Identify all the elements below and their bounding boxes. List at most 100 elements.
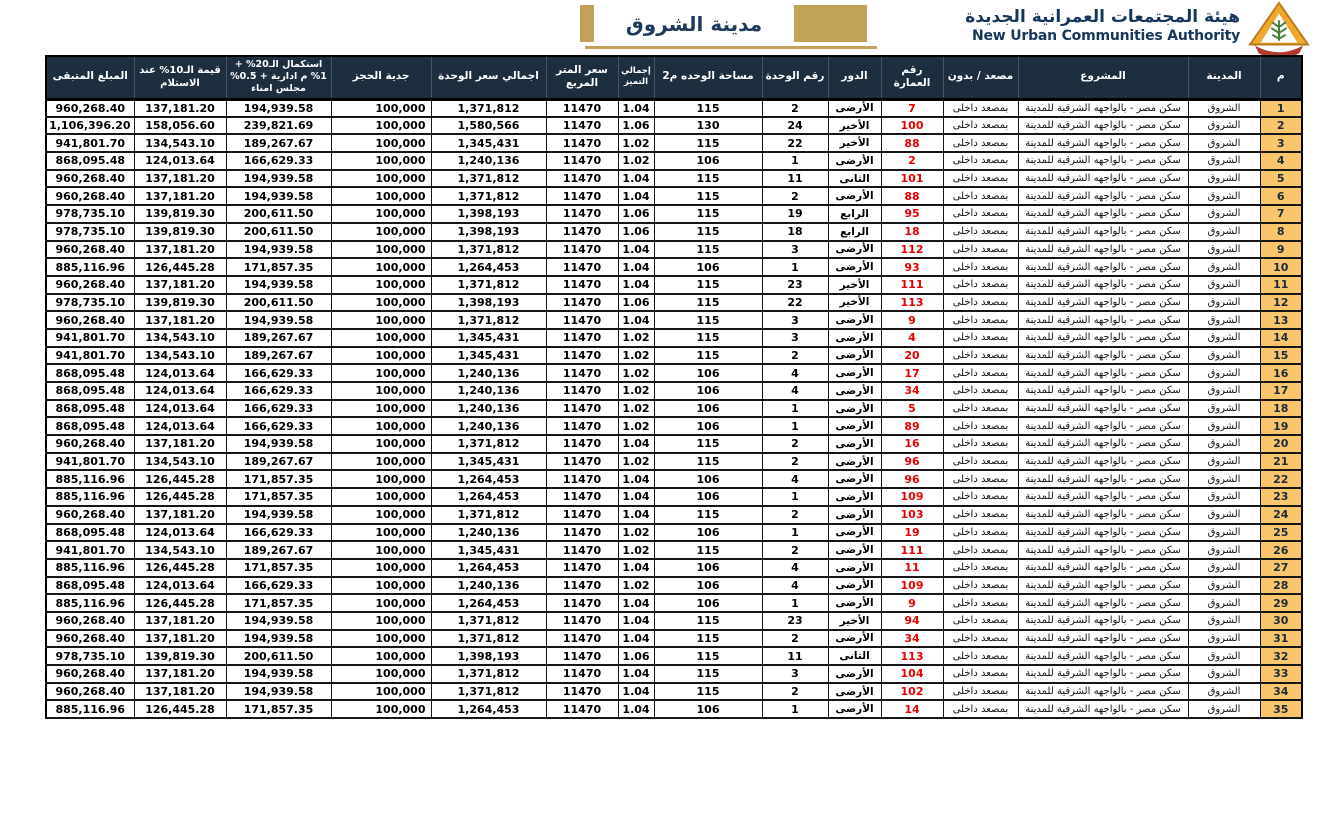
cell-area: 106 [654,470,762,488]
cell-total: 1,398,193 [431,223,546,241]
cell-price_m: 11470 [546,470,618,488]
cell-area: 115 [654,187,762,205]
cell-elevator: بمصعد داخلى [943,435,1018,453]
cell-price_m: 11470 [546,241,618,259]
cell-receipt10: 137,181.20 [134,311,226,329]
cell-booking: 100,000 [331,170,431,188]
cell-project: سكن مصر - بالواجهه الشرقية للمدينة [1018,470,1188,488]
cell-receipt10: 134,543.10 [134,453,226,471]
cell-receipt10: 126,445.28 [134,700,226,718]
cell-booking: 100,000 [331,435,431,453]
cell-area: 115 [654,347,762,365]
table-row: 14الشروقسكن مصر - بالواجهه الشرقية للمدي… [46,329,1302,347]
table-row: 23الشروقسكن مصر - بالواجهه الشرقية للمدي… [46,488,1302,506]
column-header-coef: إجمالي التميز [618,56,654,99]
authority-name: هيئة المجتمعات العمرانية الجديدة New Urb… [870,7,1240,46]
cell-elevator: بمصعد داخلى [943,117,1018,135]
cell-building: 112 [881,241,943,259]
cell-total: 1,371,812 [431,665,546,683]
cell-receipt10: 158,056.60 [134,117,226,135]
cell-elevator: بمصعد داخلى [943,577,1018,595]
table-row: 8الشروقسكن مصر - بالواجهه الشرقية للمدين… [46,223,1302,241]
cell-price_m: 11470 [546,382,618,400]
cell-city: الشروق [1188,134,1260,152]
cell-m: 5 [1260,170,1302,188]
cell-remaining: 978,735.10 [46,223,134,241]
cell-city: الشروق [1188,559,1260,577]
cell-completion: 171,857.35 [226,470,331,488]
cell-floor: الأرضى [828,382,881,400]
cell-m: 29 [1260,594,1302,612]
table-row: 28الشروقسكن مصر - بالواجهه الشرقية للمدي… [46,577,1302,595]
cell-elevator: بمصعد داخلى [943,294,1018,312]
cell-unit: 2 [762,453,828,471]
cell-city: الشروق [1188,470,1260,488]
cell-elevator: بمصعد داخلى [943,630,1018,648]
cell-floor: الأرضى [828,435,881,453]
cell-floor: الأرضى [828,187,881,205]
cell-unit: 23 [762,276,828,294]
cell-booking: 100,000 [331,134,431,152]
cell-city: الشروق [1188,382,1260,400]
cell-booking: 100,000 [331,347,431,365]
cell-elevator: بمصعد داخلى [943,134,1018,152]
table-row: 2الشروقسكن مصر - بالواجهه الشرقية للمدين… [46,117,1302,135]
cell-city: الشروق [1188,683,1260,701]
cell-m: 24 [1260,506,1302,524]
cell-receipt10: 126,445.28 [134,488,226,506]
cell-price_m: 11470 [546,524,618,542]
cell-receipt10: 137,181.20 [134,612,226,630]
cell-coef: 1.04 [618,700,654,718]
cell-total: 1,580,566 [431,117,546,135]
cell-price_m: 11470 [546,647,618,665]
cell-city: الشروق [1188,258,1260,276]
table-row: 1الشروقسكن مصر - بالواجهه الشرقية للمدين… [46,99,1302,117]
cell-city: الشروق [1188,488,1260,506]
cell-floor: الأرضى [828,524,881,542]
cell-m: 17 [1260,382,1302,400]
cell-remaining: 960,268.40 [46,683,134,701]
cell-remaining: 885,116.96 [46,559,134,577]
column-header-completion: استكمال الـ20% + 1% م ادارية + 0.5% مجلس… [226,56,331,99]
cell-floor: الأرضى [828,577,881,595]
cell-remaining: 1,106,396.20 [46,117,134,135]
cell-coef: 1.06 [618,294,654,312]
cell-coef: 1.04 [618,612,654,630]
cell-unit: 3 [762,665,828,683]
cell-area: 106 [654,594,762,612]
cell-price_m: 11470 [546,683,618,701]
cell-completion: 171,857.35 [226,488,331,506]
cell-coef: 1.04 [618,276,654,294]
cell-building: 113 [881,294,943,312]
cell-unit: 4 [762,382,828,400]
cell-floor: الأرضى [828,700,881,718]
cell-building: 101 [881,170,943,188]
cell-booking: 100,000 [331,311,431,329]
cell-floor: الأرضى [828,347,881,365]
cell-project: سكن مصر - بالواجهه الشرقية للمدينة [1018,205,1188,223]
cell-booking: 100,000 [331,400,431,418]
cell-m: 6 [1260,187,1302,205]
cell-elevator: بمصعد داخلى [943,152,1018,170]
cell-booking: 100,000 [331,152,431,170]
table-row: 13الشروقسكن مصر - بالواجهه الشرقية للمدي… [46,311,1302,329]
cell-m: 3 [1260,134,1302,152]
cell-coef: 1.04 [618,665,654,683]
cell-price_m: 11470 [546,453,618,471]
cell-m: 28 [1260,577,1302,595]
column-header-m: م [1260,56,1302,99]
table-row: 16الشروقسكن مصر - بالواجهه الشرقية للمدي… [46,364,1302,382]
cell-completion: 166,629.33 [226,400,331,418]
cell-total: 1,371,812 [431,506,546,524]
cell-total: 1,264,453 [431,488,546,506]
cell-completion: 166,629.33 [226,417,331,435]
cell-completion: 194,939.58 [226,506,331,524]
cell-coef: 1.04 [618,506,654,524]
cell-total: 1,264,453 [431,594,546,612]
cell-price_m: 11470 [546,223,618,241]
column-header-total: اجمالي سعر الوحدة [431,56,546,99]
cell-receipt10: 124,013.64 [134,417,226,435]
cell-coef: 1.06 [618,647,654,665]
column-header-floor: الدور [828,56,881,99]
cell-elevator: بمصعد داخلى [943,683,1018,701]
